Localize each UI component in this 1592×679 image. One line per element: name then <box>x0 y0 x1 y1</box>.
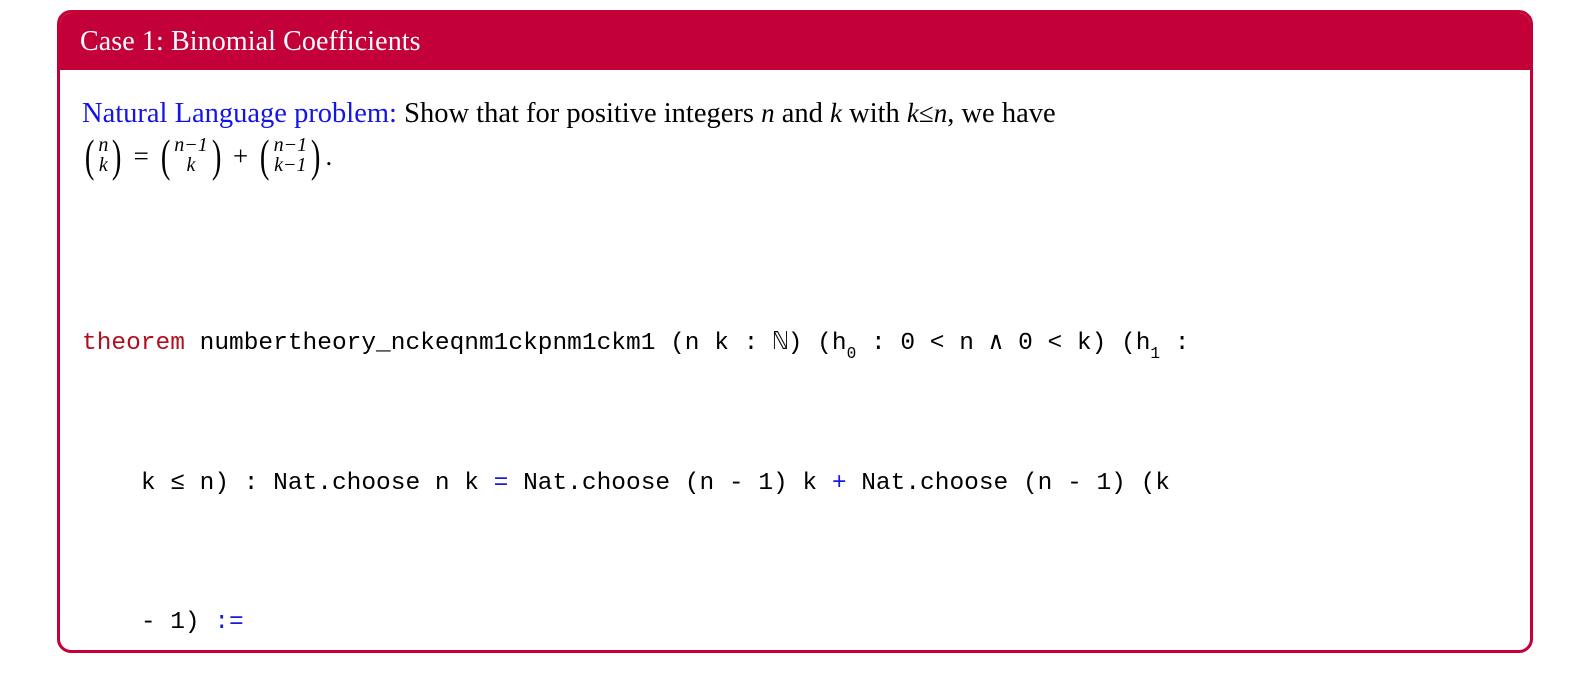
operator-equals: = <box>493 470 509 497</box>
problem-text-tail: , we have <box>947 98 1056 129</box>
operator-assign: := <box>214 609 244 637</box>
keyword-theorem: theorem <box>82 329 185 357</box>
case-box-body: Natural Language problem: Show that for … <box>60 70 1530 650</box>
statement-lhs: k ≤ n) : Nat.choose n k <box>140 470 494 497</box>
paren-close-icon: ) <box>112 129 122 181</box>
problem-var-n: n <box>761 98 775 128</box>
problem-text-with: with <box>849 98 900 129</box>
natural-language-problem: Natural Language problem: Show that for … <box>82 96 1508 132</box>
paren-open-icon: ( <box>84 129 95 181</box>
problem-text-and: and <box>781 98 823 129</box>
binom-lhs-bottom: k <box>98 154 108 177</box>
binomial-lhs: ( n k ) <box>82 129 125 181</box>
case-title: Case 1: Binomial Coefficients <box>80 25 421 57</box>
case-box: Case 1: Binomial Coefficients Natural La… <box>57 10 1533 653</box>
problem-ineq-rhs: n <box>933 98 948 128</box>
theorem-identifier: numbertheory_nckeqnm1ckpnm1ckm1 <box>199 329 656 357</box>
binomial-rhs-second: ( n−1 k−1 ) <box>257 129 323 181</box>
problem-text-part1: Show that for positive integers <box>404 98 754 129</box>
statement-rhs-first: Nat.choose (n - 1) k <box>508 470 832 497</box>
problem-label: Natural Language problem: <box>82 98 397 129</box>
code-line-1: theorem numbertheory_nckeqnm1ckpnm1ckm1 … <box>82 327 1508 363</box>
case-box-header: Case 1: Binomial Coefficients <box>60 13 1530 70</box>
plus-symbol: + <box>233 140 249 171</box>
paren-close-icon: ) <box>211 129 222 181</box>
equals-symbol: = <box>133 140 149 171</box>
code-line-3: - 1) := <box>82 606 1508 641</box>
binom-rhs2-bottom: k−1 <box>274 154 307 177</box>
subscript-one: 1 <box>1150 345 1161 364</box>
theorem-binders-c: : <box>1160 329 1190 357</box>
binomial-rhs-first: ( n−1 k ) <box>158 129 224 181</box>
binom-rhs1-bottom: k <box>186 154 196 177</box>
code-line-2: k ≤ n) : Nat.choose n k = Nat.choose (n … <box>82 467 1508 502</box>
problem-ineq-symbol: ≤ <box>918 98 934 128</box>
paren-close-icon: ) <box>311 129 321 181</box>
theorem-binders-b: : 0 < n ∧ 0 < k) (h <box>856 329 1151 357</box>
problem-ineq-lhs: k <box>906 98 919 128</box>
binom-lhs-top: n <box>98 134 109 157</box>
equation-period: . <box>325 140 333 171</box>
operator-plus: + <box>831 470 847 497</box>
theorem-binders-a: (n k : ℕ) (h <box>655 329 847 357</box>
binom-rhs1-top: n−1 <box>174 134 208 157</box>
page-root: Case 1: Binomial Coefficients Natural La… <box>0 0 1592 679</box>
statement-rhs-second: Nat.choose (n - 1) (k <box>846 470 1170 497</box>
binom-rhs2-top: n−1 <box>273 134 308 157</box>
statement-tail: - 1) <box>140 609 215 637</box>
paren-open-icon: ( <box>160 129 171 181</box>
subscript-zero: 0 <box>846 345 857 364</box>
binomial-identity-equation: ( n k ) = ( n−1 k ) + (n−1 k−1) . <box>82 129 1508 181</box>
lean-code-block: theorem numbertheory_nckeqnm1ckpnm1ckm1 … <box>82 222 1508 650</box>
paren-open-icon: ( <box>260 129 270 181</box>
problem-var-k: k <box>830 98 842 128</box>
theorem-name <box>185 330 200 357</box>
